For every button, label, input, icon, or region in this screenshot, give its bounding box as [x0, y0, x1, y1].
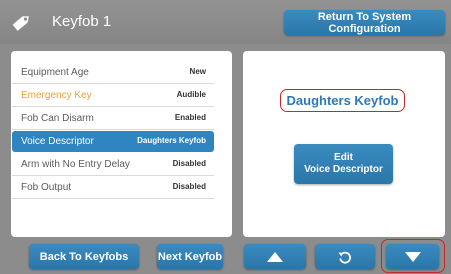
undo-arrow-icon: [338, 251, 352, 263]
settings-row-arm-no-entry-delay[interactable]: Arm with No Entry Delay Disabled: [12, 154, 214, 176]
setting-value: Disabled: [172, 182, 206, 191]
voice-descriptor-value: Daughters Keyfob: [280, 89, 405, 112]
scroll-up-button[interactable]: [244, 244, 306, 269]
settings-row-voice-descriptor[interactable]: Voice Descriptor Daughters Keyfob: [12, 131, 214, 152]
page-title: Keyfob 1: [52, 13, 112, 30]
setting-value: Disabled: [172, 159, 206, 168]
setting-label: Arm with No Entry Delay: [21, 159, 130, 170]
tag-icon: [12, 16, 29, 31]
header-bar: Keyfob 1 Return To System Configuration: [0, 0, 451, 44]
setting-value: Audible: [176, 90, 206, 99]
setting-label: Equipment Age: [21, 67, 89, 78]
edit-label: Edit: [334, 152, 353, 163]
next-keyfob-button[interactable]: Next Keyfob: [157, 244, 223, 269]
setting-value: New: [189, 67, 206, 76]
setting-label: Voice Descriptor: [21, 136, 94, 147]
edit-voice-descriptor-button[interactable]: Edit Voice Descriptor: [294, 144, 393, 184]
highlight-marker: [381, 239, 445, 273]
setting-label: Fob Can Disarm: [21, 113, 94, 124]
edit-sublabel: Voice Descriptor: [304, 164, 383, 175]
setting-value: Daughters Keyfob: [137, 136, 206, 145]
settings-row-equipment-age[interactable]: Equipment Age New: [12, 62, 214, 84]
back-to-keyfobs-button[interactable]: Back To Keyfobs: [29, 244, 139, 269]
return-to-system-configuration-button[interactable]: Return To System Configuration: [284, 10, 445, 35]
settings-row-fob-can-disarm[interactable]: Fob Can Disarm Enabled: [12, 108, 214, 130]
setting-value: Enabled: [174, 113, 206, 122]
triangle-up-icon: [267, 251, 283, 262]
setting-label: Fob Output: [21, 182, 72, 193]
undo-button[interactable]: [315, 244, 375, 269]
setting-label: Emergency Key: [21, 90, 92, 101]
settings-row-fob-output[interactable]: Fob Output Disabled: [12, 177, 214, 199]
settings-row-emergency-key[interactable]: Emergency Key Audible: [12, 85, 214, 107]
